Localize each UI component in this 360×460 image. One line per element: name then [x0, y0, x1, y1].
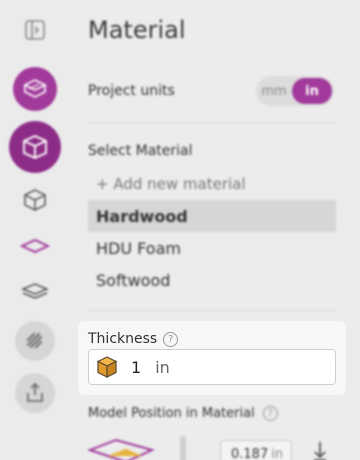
- help-icon[interactable]: ?: [262, 406, 278, 421]
- model-position-text: Model Position in Material: [88, 406, 255, 421]
- material-item-hardwood[interactable]: Hardwood: [88, 200, 336, 232]
- add-material-link[interactable]: + Add new material: [96, 175, 246, 193]
- material-item-softwood[interactable]: Softwood: [88, 264, 336, 296]
- box-view-button[interactable]: [0, 186, 70, 214]
- material-tool-button[interactable]: [0, 66, 70, 112]
- toolpath-button[interactable]: [0, 320, 70, 362]
- stack-layer-button[interactable]: [0, 278, 70, 306]
- cube-outline-icon: [24, 189, 46, 211]
- anchor-icon[interactable]: [312, 440, 328, 460]
- page-title: Material: [88, 16, 186, 44]
- project-units-label: Project units: [88, 83, 175, 99]
- flat-layer-button[interactable]: [0, 234, 70, 258]
- thickness-label-row: Thickness ?: [88, 331, 179, 347]
- thickness-card: Thickness ? 1 in: [78, 321, 346, 395]
- thickness-value: 1: [131, 357, 142, 377]
- flat-layer-icon: [20, 238, 50, 254]
- position-offset-value: 0.187: [231, 447, 269, 460]
- thickness-label: Thickness: [88, 331, 158, 347]
- material-block-icon: [96, 356, 118, 378]
- model-position-label: Model Position in Material ?: [88, 406, 278, 421]
- material-icon: [23, 79, 47, 98]
- position-offset-unit: in: [271, 447, 284, 460]
- position-slider[interactable]: [180, 436, 186, 460]
- units-option-in[interactable]: in: [292, 78, 332, 104]
- model-tool-button[interactable]: [0, 120, 70, 174]
- sidebar-toggle-icon: [25, 20, 45, 40]
- help-icon[interactable]: ?: [163, 331, 179, 347]
- export-button[interactable]: [0, 372, 70, 414]
- divider: [88, 122, 336, 123]
- stack-layer-icon: [21, 283, 49, 299]
- material-position-preview-icon: [87, 438, 155, 460]
- left-toolbar: [0, 0, 70, 460]
- thickness-unit: in: [155, 357, 170, 377]
- select-material-label: Select Material: [88, 143, 193, 159]
- cube-tool-icon: [23, 135, 47, 159]
- position-offset-field[interactable]: 0.187 in: [220, 440, 292, 460]
- sidebar-toggle-button[interactable]: [0, 16, 70, 44]
- export-icon: [27, 382, 43, 402]
- units-toggle[interactable]: mm in: [256, 76, 334, 106]
- units-option-mm[interactable]: mm: [256, 84, 292, 99]
- thickness-input[interactable]: 1 in: [88, 349, 336, 385]
- toolpath-icon: [26, 332, 43, 349]
- material-item-hdu-foam[interactable]: HDU Foam: [88, 232, 336, 264]
- divider: [88, 310, 336, 311]
